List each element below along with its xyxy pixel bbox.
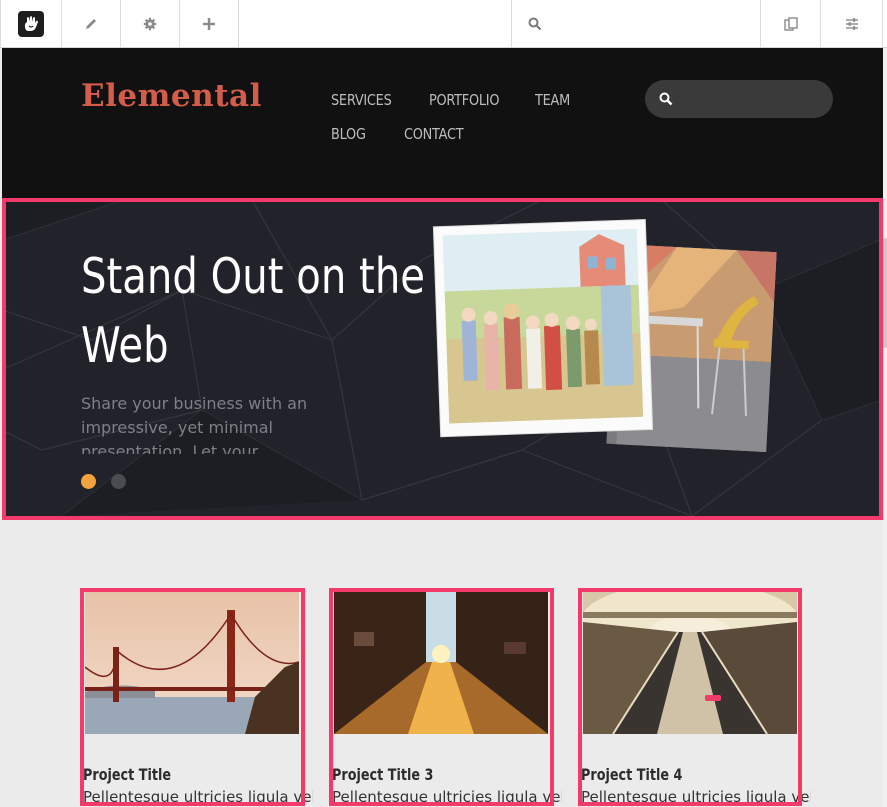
hero-title-line-2: Web (81, 317, 169, 374)
panel-settings-button[interactable] (821, 0, 883, 47)
cms-toolbar (0, 0, 887, 48)
cms-logo-button[interactable] (0, 0, 62, 47)
project-title[interactable]: Project Title (83, 765, 171, 784)
hero-title: Stand Out on the Web (81, 242, 426, 380)
drag-handle[interactable] (705, 695, 721, 701)
hero-description: Share your business with an impressive, … (81, 394, 308, 454)
hand-logo-icon (18, 10, 44, 37)
plus-icon (203, 17, 215, 30)
project-description: Pellentesque ultricies ligula vel (332, 788, 562, 802)
toolbar-search (511, 0, 761, 47)
site-search (645, 80, 833, 118)
sunset-street-image (334, 592, 548, 734)
nav-team[interactable]: TEAM (535, 91, 570, 109)
sliders-icon (845, 17, 858, 30)
gear-icon (143, 17, 157, 30)
settings-button[interactable] (121, 0, 180, 47)
slider-dot-1[interactable] (81, 474, 96, 489)
copy-pages-icon (783, 16, 798, 31)
search-icon (659, 92, 673, 106)
nav-contact[interactable]: CONTACT (404, 125, 464, 143)
pencil-icon (86, 18, 96, 29)
pages-button[interactable] (761, 0, 821, 47)
nav-blog[interactable]: BLOG (331, 125, 366, 143)
escalator-tunnel-image (583, 592, 797, 734)
hero-slider: Stand Out on the Web Share your business… (2, 200, 881, 516)
project-title[interactable]: Project Title 3 (332, 765, 433, 784)
site-header: Elemental SERVICES PORTFOLIO TEAM BLOG C… (2, 48, 883, 200)
hero-title-line-1: Stand Out on the (81, 248, 426, 305)
project-description: Pellentesque ultricies ligula vel (581, 788, 811, 802)
site-logo[interactable]: Elemental (81, 78, 262, 114)
hero-illustration-image (432, 218, 777, 453)
project-description: Pellentesque ultricies ligula vel (83, 788, 313, 802)
slider-dot-2[interactable] (111, 474, 126, 489)
toolbar-search-input[interactable] (542, 7, 746, 40)
scrollbar-thumb[interactable] (883, 238, 887, 348)
page-scrollbar[interactable] (883, 48, 887, 807)
project-title[interactable]: Project Title 4 (581, 765, 682, 784)
site-search-input[interactable] (681, 90, 825, 108)
search-icon (528, 17, 542, 30)
golden-gate-bridge-image (85, 592, 299, 734)
add-button[interactable] (180, 0, 239, 47)
nav-portfolio[interactable]: PORTFOLIO (429, 91, 499, 109)
edit-button[interactable] (62, 0, 121, 47)
nav-services[interactable]: SERVICES (331, 91, 392, 109)
